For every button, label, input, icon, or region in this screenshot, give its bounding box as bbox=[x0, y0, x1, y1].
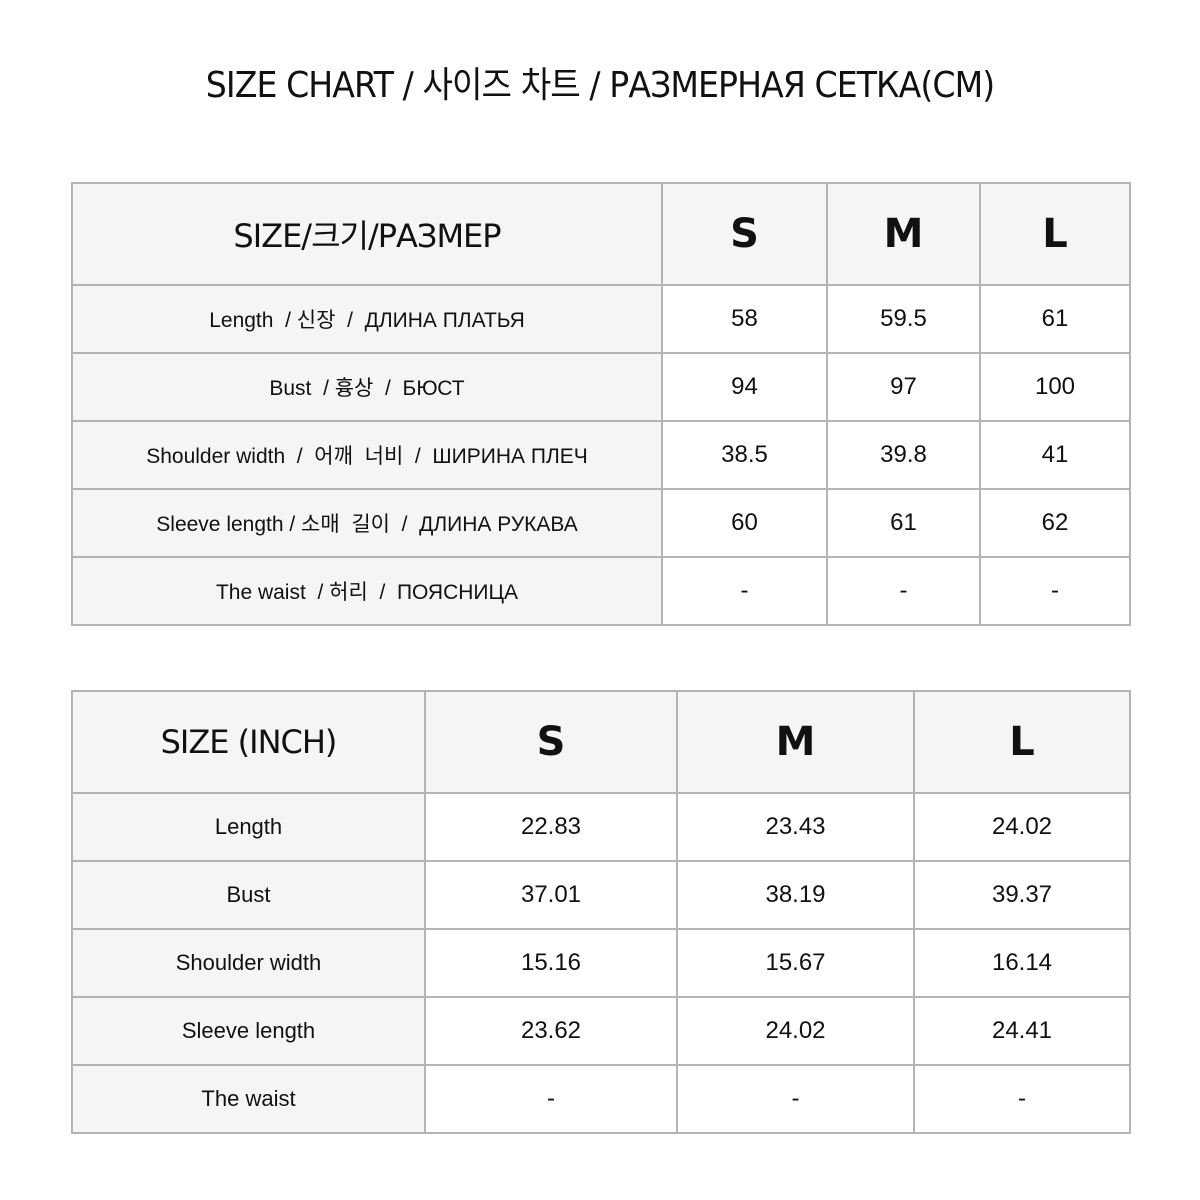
value-cell-l: 39.37 bbox=[913, 860, 1131, 930]
row-label: Bust bbox=[71, 860, 426, 930]
row-label: Length / 신장 / ДЛИНА ПЛАТЬЯ bbox=[71, 284, 663, 354]
value-cell-m: - bbox=[676, 1064, 915, 1134]
value-cell-l: - bbox=[913, 1064, 1131, 1134]
table-row: Bust / 흉상 / БЮСТ 94 97 100 bbox=[71, 352, 1131, 422]
value-cell-m: 24.02 bbox=[676, 996, 915, 1066]
value-cell-s: - bbox=[661, 556, 828, 626]
size-col-s: S bbox=[424, 690, 678, 794]
row-label: The waist / 허리 / ПОЯСНИЦА bbox=[71, 556, 663, 626]
header-row: SIZE (INCH) S M L bbox=[71, 690, 1131, 794]
table-row: Length 22.83 23.43 24.02 bbox=[71, 792, 1131, 862]
value-cell-l: - bbox=[979, 556, 1131, 626]
value-cell-s: 37.01 bbox=[424, 860, 678, 930]
value-cell-m: - bbox=[826, 556, 981, 626]
row-label: Sleeve length bbox=[71, 996, 426, 1066]
row-label: Shoulder width / 어깨 너비 / ШИРИНА ПЛЕЧ bbox=[71, 420, 663, 490]
header-label: SIZE/크기/РАЗМЕР bbox=[71, 182, 663, 286]
size-table-cm: SIZE/크기/РАЗМЕР S M L Length / 신장 / ДЛИНА… bbox=[71, 182, 1131, 626]
value-cell-m: 59.5 bbox=[826, 284, 981, 354]
table-row: The waist - - - bbox=[71, 1064, 1131, 1134]
value-cell-s: 23.62 bbox=[424, 996, 678, 1066]
page-title: SIZE CHART / 사이즈 차트 / РАЗМЕРНАЯ СЕТКА(CM… bbox=[205, 65, 995, 106]
value-cell-l: 41 bbox=[979, 420, 1131, 490]
size-col-m: M bbox=[826, 182, 981, 286]
table-row: Sleeve length 23.62 24.02 24.41 bbox=[71, 996, 1131, 1066]
value-cell-l: 61 bbox=[979, 284, 1131, 354]
row-label: Shoulder width bbox=[71, 928, 426, 998]
size-col-s: S bbox=[661, 182, 828, 286]
table-row: Sleeve length / 소매 길이 / ДЛИНА РУКАВА 60 61… bbox=[71, 488, 1131, 558]
value-cell-l: 100 bbox=[979, 352, 1131, 422]
table-row: The waist / 허리 / ПОЯСНИЦА - - - bbox=[71, 556, 1131, 626]
value-cell-m: 15.67 bbox=[676, 928, 915, 998]
size-col-m: M bbox=[676, 690, 915, 794]
value-cell-m: 97 bbox=[826, 352, 981, 422]
value-cell-s: 22.83 bbox=[424, 792, 678, 862]
value-cell-s: 60 bbox=[661, 488, 828, 558]
size-col-l: L bbox=[979, 182, 1131, 286]
value-cell-l: 62 bbox=[979, 488, 1131, 558]
row-label: The waist bbox=[71, 1064, 426, 1134]
value-cell-m: 23.43 bbox=[676, 792, 915, 862]
row-label: Bust / 흉상 / БЮСТ bbox=[71, 352, 663, 422]
value-cell-m: 61 bbox=[826, 488, 981, 558]
value-cell-l: 24.41 bbox=[913, 996, 1131, 1066]
table-row: Shoulder width 15.16 15.67 16.14 bbox=[71, 928, 1131, 998]
value-cell-s: 94 bbox=[661, 352, 828, 422]
value-cell-l: 16.14 bbox=[913, 928, 1131, 998]
table-row: Bust 37.01 38.19 39.37 bbox=[71, 860, 1131, 930]
table-row: Shoulder width / 어깨 너비 / ШИРИНА ПЛЕЧ 38.5… bbox=[71, 420, 1131, 490]
value-cell-s: 15.16 bbox=[424, 928, 678, 998]
header-label: SIZE (INCH) bbox=[71, 690, 426, 794]
size-col-l: L bbox=[913, 690, 1131, 794]
table-row: Length / 신장 / ДЛИНА ПЛАТЬЯ 58 59.5 61 bbox=[71, 284, 1131, 354]
size-table-inch: SIZE (INCH) S M L Length 22.83 23.43 24.02 B… bbox=[71, 690, 1131, 1134]
row-label: Length bbox=[71, 792, 426, 862]
value-cell-s: 58 bbox=[661, 284, 828, 354]
value-cell-s: - bbox=[424, 1064, 678, 1134]
value-cell-l: 24.02 bbox=[913, 792, 1131, 862]
value-cell-m: 39.8 bbox=[826, 420, 981, 490]
value-cell-m: 38.19 bbox=[676, 860, 915, 930]
header-row: SIZE/크기/РАЗМЕР S M L bbox=[71, 182, 1131, 286]
row-label: Sleeve length / 소매 길이 / ДЛИНА РУКАВА bbox=[71, 488, 663, 558]
value-cell-s: 38.5 bbox=[661, 420, 828, 490]
